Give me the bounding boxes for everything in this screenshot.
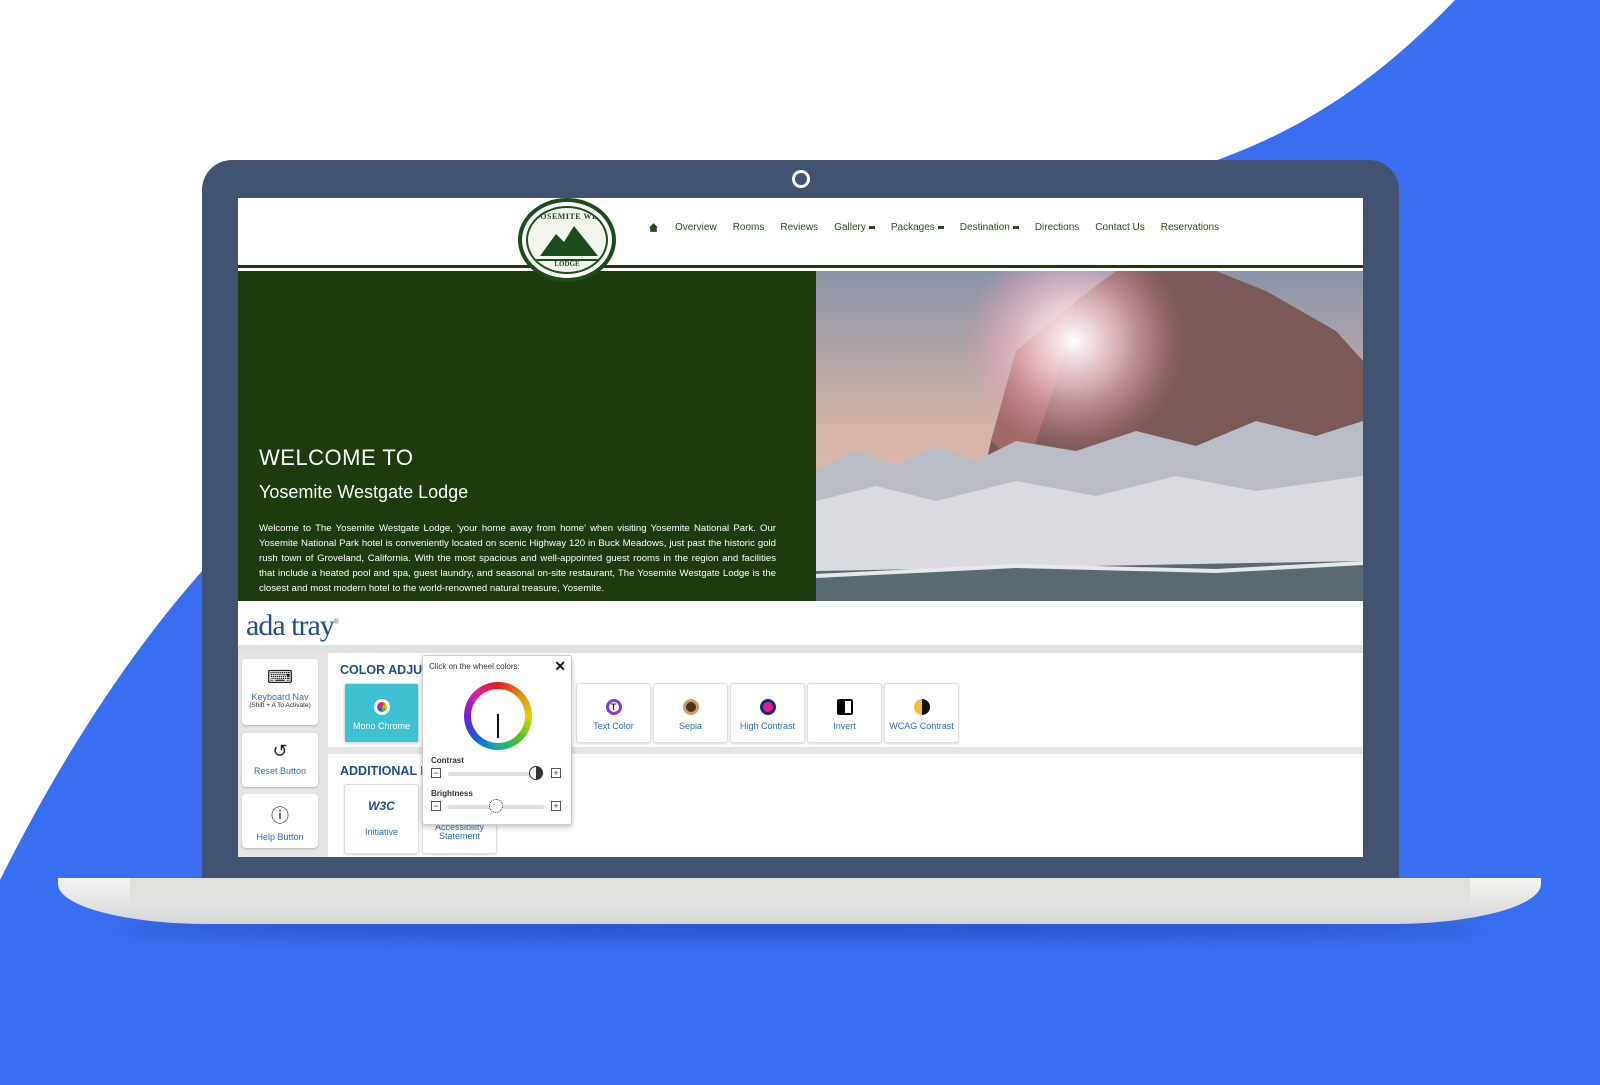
- text-color-button[interactable]: T Text Color: [576, 683, 651, 743]
- hero-paragraph: Welcome to The Yosemite Westgate Lodge, …: [259, 523, 776, 594]
- color-wheel-needle: [497, 714, 499, 738]
- color-panel-title: COLOR ADJUS: [340, 663, 431, 677]
- nav-item-gallery[interactable]: Gallery: [834, 222, 875, 233]
- nav-item-rooms[interactable]: Rooms: [733, 222, 765, 233]
- brightness-slider[interactable]: − +: [431, 799, 561, 813]
- nav-item-destination[interactable]: Destination: [960, 222, 1019, 233]
- site-header: YOSEMITE WESTGATE LODGE Overview Rooms R…: [238, 198, 1363, 282]
- brightness-decrease-button[interactable]: −: [431, 801, 441, 811]
- tool-label: High Contrast: [739, 721, 796, 731]
- hero-image-yosemite: [816, 271, 1363, 601]
- color-wheel-popup: Click on the wheel colors: ✕ Contrast − …: [422, 655, 572, 825]
- contrast-decrease-button[interactable]: −: [431, 768, 441, 778]
- additional-panel-title: ADDITIONAL I: [340, 764, 424, 778]
- keyboard-nav-shortcut: (Shift + A To Activate): [249, 702, 311, 709]
- nav-label: Reviews: [780, 222, 819, 233]
- nav-item-contact-us[interactable]: Contact Us: [1095, 222, 1144, 233]
- nav-item-reviews[interactable]: Reviews: [780, 222, 818, 233]
- nav-label: Rooms: [732, 222, 765, 233]
- hero-subheading: Yosemite Westgate Lodge: [259, 482, 469, 502]
- tool-label: Invert: [833, 721, 856, 731]
- sun-icon[interactable]: [489, 799, 503, 813]
- nav-label: Reservations: [1160, 222, 1220, 233]
- nav-label: Contact Us: [1095, 222, 1145, 233]
- dropdown-icon: [937, 226, 944, 229]
- nav-item-packages[interactable]: Packages: [891, 222, 944, 233]
- reset-icon: ↺: [272, 741, 288, 761]
- brightness-increase-button[interactable]: +: [551, 801, 561, 811]
- high-contrast-button[interactable]: High Contrast: [730, 683, 805, 743]
- wcag-contrast-icon: [913, 699, 930, 715]
- ada-tray-body: ⌨ Keyboard Nav (Shift + A To Activate) ↺…: [238, 653, 1363, 857]
- contrast-label: Contrast: [431, 756, 464, 765]
- main-nav: Overview Rooms Reviews Gallery Packages …: [648, 222, 1219, 233]
- contrast-slider[interactable]: − +: [431, 766, 561, 780]
- nav-item-reservations[interactable]: Reservations: [1161, 222, 1219, 233]
- contrast-knob[interactable]: [529, 766, 544, 780]
- marketing-stage: YOSEMITE WESTGATE LODGE Overview Rooms R…: [0, 0, 1600, 1085]
- invert-icon: [836, 699, 853, 715]
- invert-button[interactable]: Invert: [807, 683, 882, 743]
- w3c-initiative-button[interactable]: W3C Initiative: [344, 784, 419, 854]
- tool-label: WCAG Contrast: [889, 721, 954, 731]
- tool-label: Mono Chrome: [352, 721, 411, 731]
- logo-emblem: YOSEMITE WESTGATE LODGE: [526, 206, 608, 274]
- text-color-icon: T: [605, 699, 622, 715]
- high-contrast-icon: [759, 699, 776, 715]
- ada-tray-header: ada tray®: [238, 601, 1363, 653]
- sepia-icon: [682, 699, 699, 715]
- laptop-screen: YOSEMITE WESTGATE LODGE Overview Rooms R…: [238, 198, 1363, 857]
- keyboard-icon: ⌨: [267, 667, 293, 687]
- tool-label: Text Color: [593, 721, 634, 731]
- camera-icon: [792, 170, 810, 188]
- laptop-base-inner: [130, 878, 1470, 908]
- reset-button[interactable]: ↺ Reset Button: [242, 733, 318, 787]
- hero-text-panel: WELCOME TO Yosemite Westgate Lodge Welco…: [238, 271, 816, 601]
- site-logo[interactable]: YOSEMITE WESTGATE LODGE: [518, 198, 616, 282]
- reset-button-label: Reset Button: [253, 766, 307, 776]
- keyboard-nav-label: Keyboard Nav: [251, 692, 309, 702]
- w3c-icon: W3C: [368, 799, 395, 813]
- help-button-label: Help Button: [256, 832, 304, 842]
- brightness-label: Brightness: [431, 789, 473, 798]
- popup-title: Click on the wheel colors:: [429, 662, 520, 671]
- close-icon[interactable]: ✕: [554, 658, 566, 675]
- nav-item-directions[interactable]: Directions: [1035, 222, 1079, 233]
- sepia-button[interactable]: Sepia: [653, 683, 728, 743]
- home-icon[interactable]: [648, 222, 659, 233]
- dropdown-icon: [1012, 226, 1019, 229]
- contrast-increase-button[interactable]: +: [551, 768, 561, 778]
- hero-heading: WELCOME TO: [259, 445, 414, 470]
- ada-tray-logo: ada tray®: [246, 609, 339, 642]
- logo-bottom-text: LODGE: [554, 260, 580, 268]
- keyboard-nav-button[interactable]: ⌨ Keyboard Nav (Shift + A To Activate): [242, 659, 318, 725]
- tool-label: Sepia: [678, 721, 703, 731]
- mono-chrome-icon: [373, 699, 390, 715]
- tool-label: Initiative: [364, 827, 399, 837]
- wcag-contrast-button[interactable]: WCAG Contrast: [884, 683, 959, 743]
- nav-item-overview[interactable]: Overview: [675, 222, 717, 233]
- dropdown-icon: [868, 226, 875, 229]
- mono-chrome-button[interactable]: Mono Chrome: [344, 683, 419, 743]
- nav-label: Destination: [959, 222, 1010, 233]
- color-wheel[interactable]: [464, 682, 532, 750]
- ada-tray-logo-text: ada tray: [246, 609, 335, 642]
- nav-label: Overview: [675, 222, 717, 233]
- nav-label: Packages: [890, 222, 935, 233]
- nav-label: Directions: [1034, 222, 1080, 233]
- help-button[interactable]: ⓘ Help Button: [242, 794, 318, 848]
- nav-label: Gallery: [834, 222, 866, 233]
- info-icon: ⓘ: [271, 806, 289, 826]
